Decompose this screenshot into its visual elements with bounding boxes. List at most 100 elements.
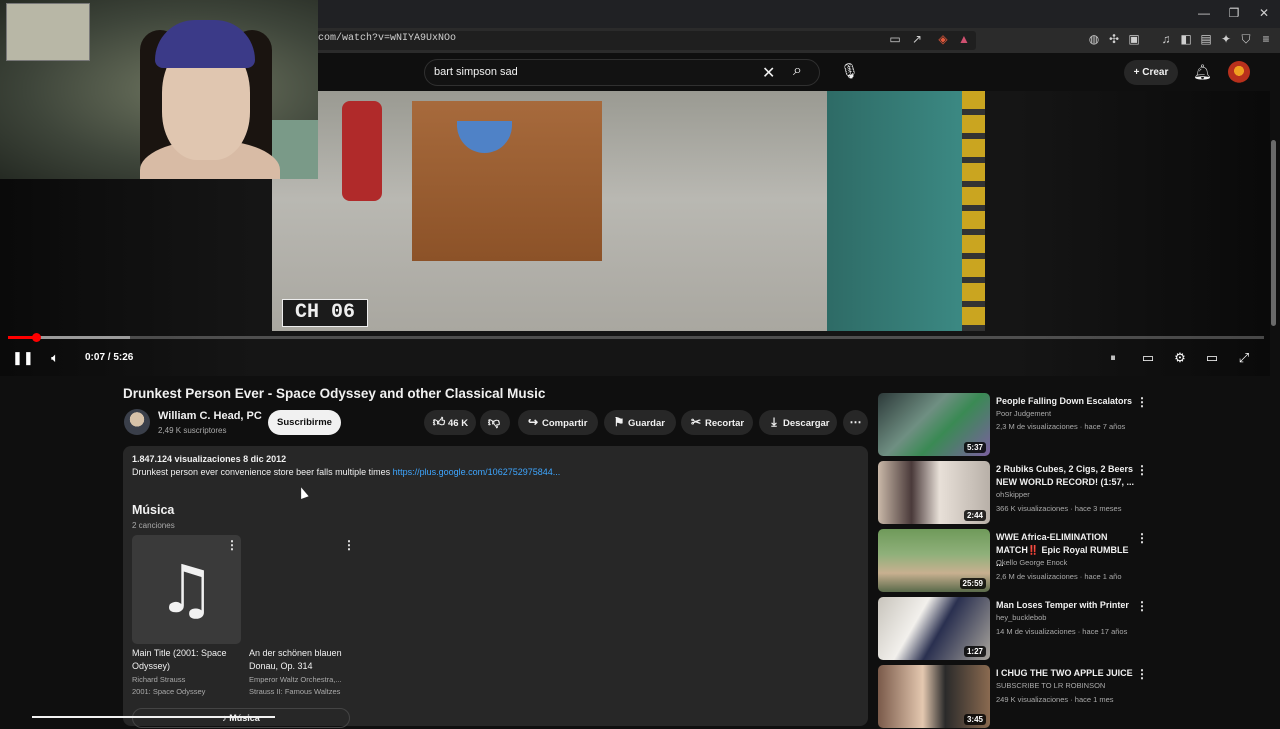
video-thumbnail[interactable]: 2:44 bbox=[878, 461, 990, 524]
leo-ai-icon[interactable]: ✦ bbox=[1218, 31, 1234, 47]
autoplay-toggle-icon[interactable]: ⏸︎ bbox=[1104, 349, 1122, 367]
clip-label: Recortar bbox=[705, 418, 745, 429]
duration-badge: 5:37 bbox=[963, 442, 986, 453]
clear-search-icon[interactable]: ✕ bbox=[762, 63, 775, 83]
song-artist: Emperor Waltz Orchestra,... bbox=[249, 675, 342, 684]
recommendation-menu-icon[interactable]: ⋮ bbox=[1136, 599, 1148, 613]
music-count: 2 canciones bbox=[132, 521, 175, 530]
bookmark-icon: ⚑ bbox=[613, 415, 625, 429]
song-title[interactable]: An der schönen blauen Donau, Op. 314 bbox=[249, 647, 359, 673]
music-button[interactable]: ♪ Música bbox=[132, 708, 350, 728]
screenshot-icon[interactable]: ▣ bbox=[1126, 31, 1142, 47]
song-menu-icon[interactable]: ⋮ bbox=[343, 538, 355, 552]
more-actions-button[interactable]: ⋯ bbox=[843, 410, 868, 435]
volume-icon[interactable]: 🔈︎ bbox=[46, 349, 64, 367]
settings-gear-icon[interactable]: ⚙︎ bbox=[1171, 349, 1189, 367]
fullscreen-icon[interactable]: ⤢ bbox=[1235, 349, 1253, 367]
recommendation-title[interactable]: Man Loses Temper with Printer bbox=[996, 599, 1136, 612]
channel-name[interactable]: William C. Head, PC bbox=[158, 410, 262, 422]
video-frame[interactable]: CH 06 bbox=[272, 91, 985, 331]
recommendation-channel[interactable]: ohSkipper bbox=[996, 490, 1030, 499]
restore-icon[interactable]: ❐ bbox=[1226, 6, 1242, 20]
rewards-icon[interactable]: ▲ bbox=[956, 31, 972, 47]
notifications-bell-icon[interactable]: 🔔︎ bbox=[1193, 63, 1212, 81]
recommendation-channel[interactable]: Okello George Enock bbox=[996, 558, 1067, 567]
channel-avatar[interactable] bbox=[124, 409, 150, 435]
like-button[interactable]: 👍︎ 46 K bbox=[424, 410, 476, 435]
recommendation-item[interactable]: 5:37 People Falling Down Escalators Poor… bbox=[878, 393, 1158, 457]
menu-icon[interactable]: ≡ bbox=[1258, 31, 1274, 47]
recommendation-menu-icon[interactable]: ⋮ bbox=[1136, 667, 1148, 681]
download-button[interactable]: ⤓ Descargar bbox=[759, 410, 837, 435]
subtitles-icon[interactable]: ▭ bbox=[1139, 349, 1157, 367]
like-count: 46 K bbox=[448, 418, 469, 429]
video-thumbnail[interactable]: 5:37 bbox=[878, 393, 990, 456]
brave-shield-icon[interactable]: ◈ bbox=[935, 31, 951, 47]
song-thumbnail[interactable]: ♫ bbox=[132, 535, 241, 644]
wallet-icon[interactable]: ▤ bbox=[1198, 31, 1214, 47]
recommendation-title[interactable]: I CHUG THE TWO APPLE JUICE bbox=[996, 667, 1136, 680]
subscriber-count: 2,49 K suscriptores bbox=[158, 426, 227, 435]
cast-icon[interactable]: ▭ bbox=[887, 31, 903, 47]
recommendation-item[interactable]: 2:44 2 Rubiks Cubes, 2 Cigs, 2 Beers NEW… bbox=[878, 461, 1158, 525]
theater-mode-icon[interactable]: ▭ bbox=[1203, 349, 1221, 367]
recommendation-channel[interactable]: hey_bucklebob bbox=[996, 613, 1046, 622]
description-link[interactable]: https://plus.google.com/1062752975844... bbox=[393, 467, 561, 477]
create-button[interactable]: + Crear bbox=[1124, 60, 1178, 85]
description-body: Drunkest person ever convenience store b… bbox=[132, 467, 393, 477]
recommendation-item[interactable]: 3:45 I CHUG THE TWO APPLE JUICE SUBSCRIB… bbox=[878, 665, 1158, 729]
vpn-icon[interactable]: ◍ bbox=[1086, 31, 1102, 47]
recommendation-item[interactable]: 25:59 WWE Africa-ELIMINATION MATCH‼️ Epi… bbox=[878, 529, 1158, 593]
recommendation-item[interactable]: 1:27 Man Loses Temper with Printer hey_b… bbox=[878, 597, 1158, 661]
close-window-icon[interactable]: ✕ bbox=[1256, 6, 1272, 20]
dislike-button[interactable]: 👎︎ bbox=[480, 410, 510, 435]
recommendation-menu-icon[interactable]: ⋮ bbox=[1136, 463, 1148, 477]
music-button-label: Música bbox=[229, 713, 260, 723]
recommendation-stats: 2,6 M de visualizaciones · hace 1 año bbox=[996, 572, 1122, 581]
clip-button[interactable]: ✂ Recortar bbox=[681, 410, 753, 435]
share-page-icon[interactable]: ↗ bbox=[909, 31, 925, 47]
thumbs-down-icon: 👎︎ bbox=[487, 415, 501, 429]
microphone-icon[interactable]: 🎙︎ bbox=[840, 62, 859, 80]
recommendation-stats: 249 K visualizaciones · hace 1 mes bbox=[996, 695, 1114, 704]
video-title: Drunkest Person Ever - Space Odyssey and… bbox=[123, 386, 546, 401]
search-query[interactable]: bart simpson sad bbox=[434, 66, 518, 78]
pause-icon[interactable]: ❚❚ bbox=[12, 349, 34, 367]
duration-badge: 25:59 bbox=[959, 578, 986, 589]
video-thumbnail[interactable]: 25:59 bbox=[878, 529, 990, 592]
recommendation-menu-icon[interactable]: ⋮ bbox=[1136, 531, 1148, 545]
recommendation-title[interactable]: People Falling Down Escalators bbox=[996, 395, 1136, 408]
sidebar-toggle-icon[interactable]: ◧ bbox=[1178, 31, 1194, 47]
recommendation-title[interactable]: 2 Rubiks Cubes, 2 Cigs, 2 Beers NEW WORL… bbox=[996, 463, 1136, 489]
media-icon[interactable]: ♫ bbox=[1158, 31, 1174, 47]
share-icon: ↪ bbox=[527, 415, 539, 429]
minimize-icon[interactable]: — bbox=[1196, 6, 1212, 20]
video-thumbnail[interactable]: 3:45 bbox=[878, 665, 990, 728]
page-scrollbar[interactable] bbox=[1271, 140, 1276, 326]
song-menu-icon[interactable]: ⋮ bbox=[226, 538, 238, 552]
song-title[interactable]: Main Title (2001: Space Odyssey) bbox=[132, 647, 242, 673]
create-label: Crear bbox=[1142, 67, 1169, 78]
address-url[interactable]: com/watch?v=wNIYA9UxNOo bbox=[318, 33, 456, 44]
video-thumbnail[interactable]: 1:27 bbox=[878, 597, 990, 660]
download-label: Descargar bbox=[783, 418, 830, 429]
recommendation-menu-icon[interactable]: ⋮ bbox=[1136, 395, 1148, 409]
scissors-icon: ✂ bbox=[690, 415, 702, 429]
song-album: Strauss II: Famous Waltzes bbox=[249, 687, 341, 696]
progress-bar[interactable] bbox=[8, 336, 1264, 339]
subscribe-button[interactable]: Suscribirme bbox=[268, 410, 341, 435]
search-icon[interactable]: ⌕ bbox=[793, 62, 802, 80]
recommendation-channel[interactable]: SUBSCRIBE TO LR ROBINSON bbox=[996, 681, 1105, 690]
save-label: Guardar bbox=[628, 418, 665, 429]
recommendation-stats: 2,3 M de visualizaciones · hace 7 años bbox=[996, 422, 1126, 431]
time-display: 0:07 / 5:26 bbox=[85, 352, 134, 363]
recommendation-channel[interactable]: Poor Judgement bbox=[996, 409, 1051, 418]
account-avatar[interactable] bbox=[1228, 61, 1250, 83]
extensions-icon[interactable]: ✣ bbox=[1106, 31, 1122, 47]
music-heading: Música bbox=[132, 503, 175, 517]
save-button[interactable]: ⚑ Guardar bbox=[604, 410, 676, 435]
shield-icon[interactable]: ⛉ bbox=[1238, 31, 1254, 47]
share-button[interactable]: ↪ Compartir bbox=[518, 410, 598, 435]
share-label: Compartir bbox=[542, 418, 588, 429]
music-note-icon: ♫ bbox=[156, 551, 217, 628]
